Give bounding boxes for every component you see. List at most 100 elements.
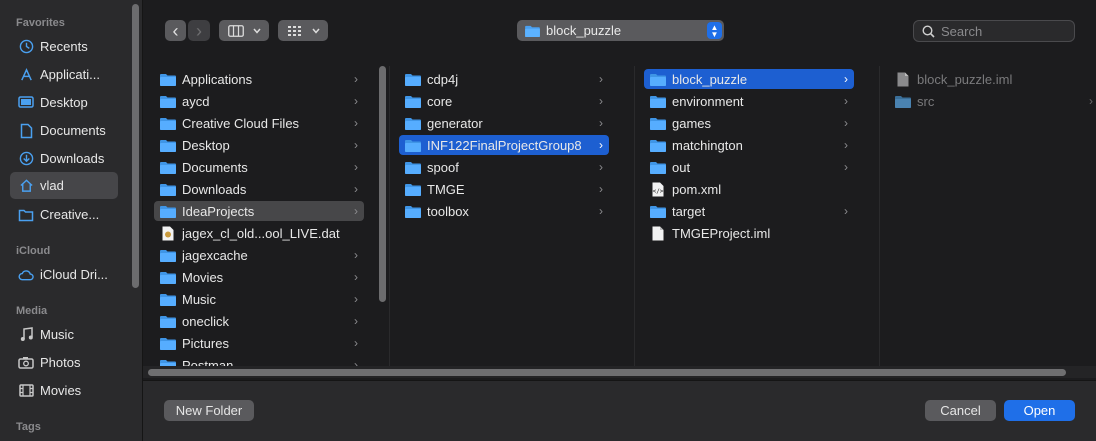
folder-row[interactable]: Desktop › <box>154 135 364 155</box>
sidebar-item-desktop[interactable]: Desktop <box>10 89 118 116</box>
folder-row[interactable]: out › <box>644 157 854 177</box>
sidebar-item-label: Photos <box>40 355 81 370</box>
chevron-right-icon: › <box>354 182 358 196</box>
chevron-down-icon <box>253 28 261 34</box>
group-button[interactable] <box>278 20 328 41</box>
folder-row[interactable]: block_puzzle › <box>644 69 854 89</box>
folder-icon <box>160 270 176 284</box>
column-scrollbar[interactable] <box>379 66 386 302</box>
row-label: Documents <box>182 159 248 175</box>
folder-row[interactable]: Music › <box>154 289 364 309</box>
row-label: target <box>672 203 706 219</box>
location-popup[interactable]: block_puzzle ▲ ▼ <box>517 20 724 41</box>
forward-button[interactable]: › <box>188 20 210 41</box>
folder-row[interactable]: Applications › <box>154 69 364 89</box>
code-file-icon: </> <box>650 182 666 196</box>
chevron-right-icon: › <box>354 336 358 350</box>
folder-row[interactable]: Movies › <box>154 267 364 287</box>
sidebar-item-photos[interactable]: Photos <box>10 349 118 376</box>
folder-icon <box>405 94 421 108</box>
columns-view-icon <box>228 24 244 37</box>
sidebar-scrollbar[interactable] <box>132 4 139 288</box>
folder-icon <box>405 204 421 218</box>
open-button[interactable]: Open <box>1004 400 1075 421</box>
folder-icon <box>405 138 421 152</box>
film-icon <box>18 383 34 399</box>
folder-icon <box>160 204 176 218</box>
file-row[interactable]: block_puzzle.iml <box>889 69 1096 89</box>
new-folder-button[interactable]: New Folder <box>164 400 254 421</box>
folder-icon <box>405 160 421 174</box>
folder-row[interactable]: environment › <box>644 91 854 111</box>
horizontal-scrollbar[interactable] <box>148 369 1066 376</box>
folder-row[interactable]: Downloads › <box>154 179 364 199</box>
cancel-button[interactable]: Cancel <box>925 400 996 421</box>
row-label: spoof <box>427 159 459 175</box>
chevron-right-icon: › <box>354 314 358 328</box>
sidebar-item-documents[interactable]: Documents <box>10 117 118 144</box>
chevron-right-icon: › <box>844 204 848 218</box>
sidebar-item-label: vlad <box>40 178 64 193</box>
file-row[interactable]: jagex_cl_old...ool_LIVE.dat <box>154 223 364 243</box>
grid-icon <box>287 25 303 37</box>
row-label: Pictures <box>182 335 229 351</box>
folder-row[interactable]: toolbox › <box>399 201 609 221</box>
folder-row[interactable]: oneclick › <box>154 311 364 331</box>
folder-row[interactable]: target › <box>644 201 854 221</box>
column-divider <box>389 66 390 366</box>
sidebar-item-movies[interactable]: Movies <box>10 377 118 404</box>
chevron-right-icon: › <box>354 204 358 218</box>
sidebar-item-label: Creative... <box>40 207 100 222</box>
folder-row[interactable]: cdp4j › <box>399 69 609 89</box>
folder-row[interactable]: Pictures › <box>154 333 364 353</box>
file-row[interactable]: </> pom.xml <box>644 179 854 199</box>
folder-row[interactable]: games › <box>644 113 854 133</box>
sidebar-item-creative-cloud[interactable]: Creative... <box>10 201 118 228</box>
sidebar-item-vlad[interactable]: vlad <box>10 172 118 199</box>
folder-row[interactable]: src › <box>889 91 1096 111</box>
svg-text:</>: </> <box>653 188 664 195</box>
view-mode-button[interactable] <box>219 20 269 41</box>
row-label: IdeaProjects <box>182 203 255 219</box>
chevron-right-icon: › <box>599 72 603 86</box>
folder-row[interactable]: aycd › <box>154 91 364 111</box>
folder-row[interactable]: TMGE › <box>399 179 609 199</box>
row-label: Applications <box>182 71 253 87</box>
folder-row[interactable]: jagexcache › <box>154 245 364 265</box>
row-label: jagex_cl_old...ool_LIVE.dat <box>182 225 340 241</box>
folder-icon <box>525 25 540 37</box>
chevron-right-icon: › <box>354 116 358 130</box>
file-row[interactable]: TMGEProject.iml <box>644 223 854 243</box>
folder-row[interactable]: matchington › <box>644 135 854 155</box>
sidebar-section-tags: Tags <box>16 421 41 433</box>
folder-row[interactable]: core › <box>399 91 609 111</box>
folder-icon <box>160 314 176 328</box>
folder-icon <box>405 72 421 86</box>
folder-icon <box>650 94 666 108</box>
sidebar-item-downloads[interactable]: Downloads <box>10 145 118 172</box>
sidebar-item-recents[interactable]: Recents <box>10 33 118 60</box>
folder-row[interactable]: Creative Cloud Files › <box>154 113 364 133</box>
cloud-icon <box>18 267 34 283</box>
chevron-right-icon: › <box>599 182 603 196</box>
folder-row[interactable]: generator › <box>399 113 609 133</box>
back-button[interactable]: ‹ <box>165 20 186 41</box>
sidebar: Favorites Recents Applicati... Desktop D… <box>0 0 143 441</box>
row-label: INF122FinalProjectGroup8 <box>427 137 582 153</box>
search-input[interactable] <box>941 23 1061 39</box>
image-file-icon <box>160 226 176 240</box>
chevron-right-icon: › <box>354 138 358 152</box>
column-divider <box>634 66 635 366</box>
folder-row[interactable]: IdeaProjects › <box>154 201 364 221</box>
chevron-left-icon: ‹ <box>172 20 179 41</box>
sidebar-item-label: Applicati... <box>40 67 100 82</box>
folder-row[interactable]: INF122FinalProjectGroup8 › <box>399 135 609 155</box>
search-field[interactable] <box>913 20 1075 42</box>
folder-row[interactable]: spoof › <box>399 157 609 177</box>
sidebar-item-icloud-drive[interactable]: iCloud Dri... <box>10 261 118 288</box>
sidebar-item-applications[interactable]: Applicati... <box>10 61 118 88</box>
chevron-right-icon: › <box>844 116 848 130</box>
row-label: Creative Cloud Files <box>182 115 300 131</box>
folder-row[interactable]: Documents › <box>154 157 364 177</box>
sidebar-item-music[interactable]: Music <box>10 321 118 348</box>
